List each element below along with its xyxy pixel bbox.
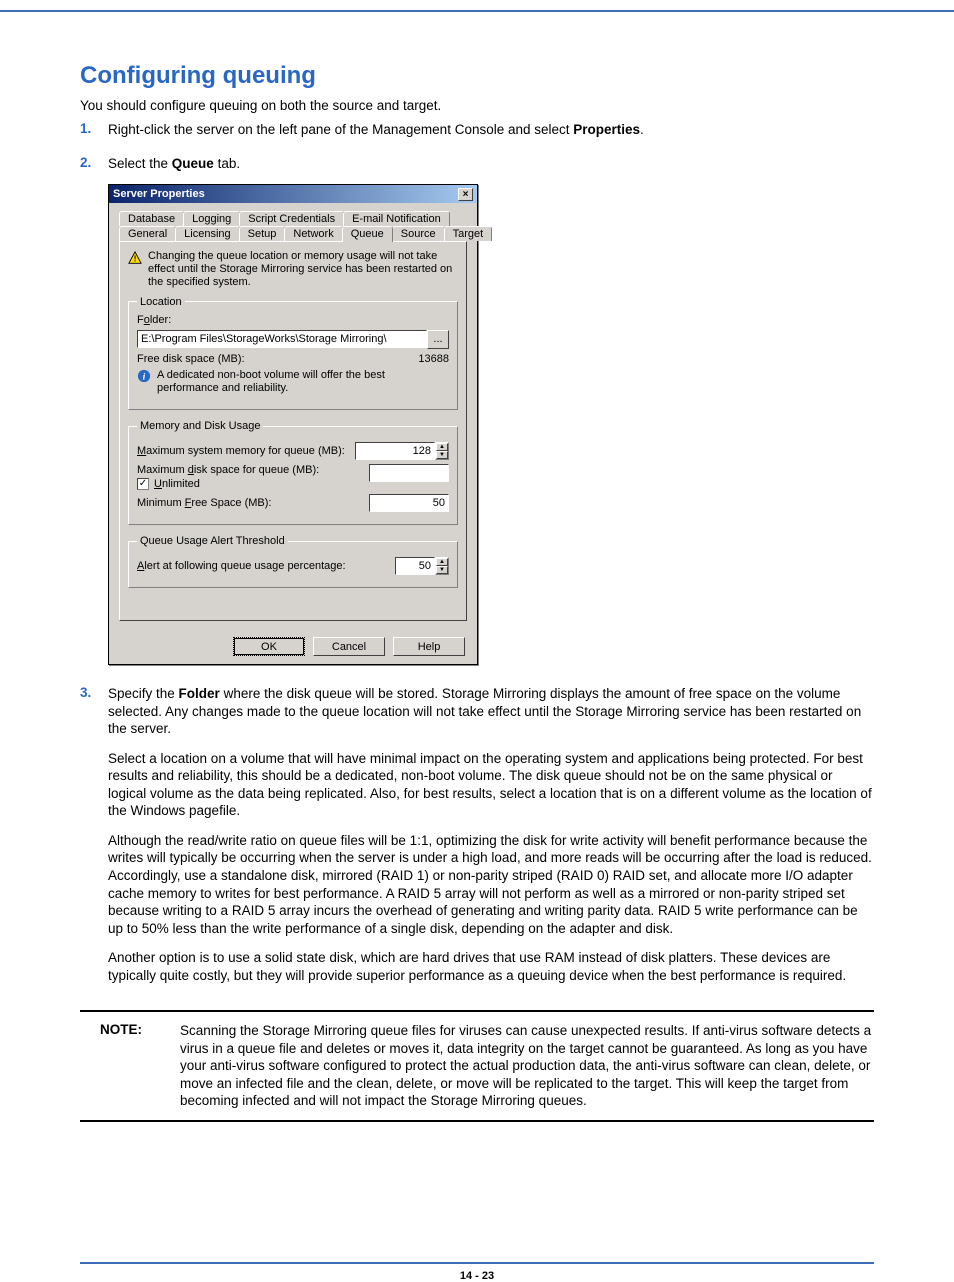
- page-heading: Configuring queuing: [80, 62, 874, 90]
- threshold-group: Queue Usage Alert Threshold Alert at fol…: [128, 535, 458, 588]
- tab-licensing[interactable]: Licensing: [175, 226, 239, 241]
- folder-label: Folder:: [137, 314, 449, 326]
- page-footer: 14 - 23: [80, 1262, 874, 1282]
- step-3-p3: Although the read/write ratio on queue f…: [108, 832, 874, 937]
- tab-general[interactable]: General: [119, 226, 176, 241]
- step-number: 3.: [80, 685, 108, 996]
- free-disk-space-value: 13688: [369, 353, 449, 365]
- step-2-text: Select the Queue tab.: [108, 155, 874, 173]
- tab-network[interactable]: Network: [284, 226, 342, 241]
- svg-text:!: !: [134, 255, 137, 264]
- browse-button[interactable]: ...: [427, 330, 449, 349]
- alert-spinner[interactable]: ▲▼: [435, 557, 449, 575]
- help-button[interactable]: Help: [393, 637, 465, 656]
- info-icon: i: [137, 369, 151, 383]
- close-icon[interactable]: ×: [458, 188, 473, 201]
- tab-database[interactable]: Database: [119, 211, 184, 226]
- tab-logging[interactable]: Logging: [183, 211, 240, 226]
- max-disk-label: Maximum disk space for queue (MB):: [137, 464, 319, 476]
- unlimited-label: Unlimited: [154, 478, 200, 490]
- max-memory-spinner[interactable]: ▲▼: [435, 442, 449, 460]
- tab-script-credentials[interactable]: Script Credentials: [239, 211, 344, 226]
- dialog-title: Server Properties: [113, 188, 205, 200]
- threshold-legend: Queue Usage Alert Threshold: [137, 535, 288, 547]
- folder-input[interactable]: [137, 330, 427, 348]
- tab-email-notification[interactable]: E-mail Notification: [343, 211, 450, 226]
- note-label: NOTE:: [80, 1022, 160, 1110]
- cancel-button[interactable]: Cancel: [313, 637, 385, 656]
- step-number: 2.: [80, 155, 108, 682]
- note-box: NOTE: Scanning the Storage Mirroring que…: [80, 1010, 874, 1122]
- intro-text: You should configure queuing on both the…: [80, 98, 874, 113]
- tab-target[interactable]: Target: [444, 226, 493, 241]
- location-legend: Location: [137, 296, 185, 308]
- free-disk-space-label: Free disk space (MB):: [137, 353, 245, 365]
- alert-input[interactable]: [395, 557, 435, 575]
- server-properties-dialog: Server Properties × Database Logging Scr…: [108, 184, 478, 665]
- tab-setup[interactable]: Setup: [239, 226, 286, 241]
- location-group: Location Folder: ... Free disk space (MB…: [128, 296, 458, 410]
- memory-disk-legend: Memory and Disk Usage: [137, 420, 263, 432]
- max-memory-input[interactable]: [355, 442, 435, 460]
- step-3-p4: Another option is to use a solid state d…: [108, 949, 874, 984]
- step-number: 1.: [80, 121, 108, 151]
- note-text: Scanning the Storage Mirroring queue fil…: [180, 1022, 874, 1110]
- min-free-label: Minimum Free Space (MB):: [137, 497, 272, 509]
- warning-text: Changing the queue location or memory us…: [148, 250, 458, 290]
- min-free-input[interactable]: [369, 494, 449, 512]
- step-3-p2: Select a location on a volume that will …: [108, 750, 874, 820]
- max-disk-input[interactable]: [369, 464, 449, 482]
- info-text: A dedicated non-boot volume will offer t…: [157, 369, 449, 395]
- alert-label: Alert at following queue usage percentag…: [137, 560, 346, 572]
- tab-queue[interactable]: Queue: [342, 226, 393, 242]
- max-memory-label: Maximum system memory for queue (MB):: [137, 445, 345, 457]
- warning-icon: !: [128, 251, 142, 263]
- step-3-p1: Specify the Folder where the disk queue …: [108, 685, 874, 738]
- dialog-titlebar[interactable]: Server Properties ×: [109, 185, 477, 203]
- step-1-text: Right-click the server on the left pane …: [108, 121, 874, 139]
- ok-button[interactable]: OK: [233, 637, 305, 656]
- tab-source[interactable]: Source: [392, 226, 445, 241]
- svg-text:i: i: [143, 371, 146, 382]
- memory-disk-group: Memory and Disk Usage Maximum system mem…: [128, 420, 458, 525]
- unlimited-checkbox[interactable]: ✓: [137, 478, 149, 490]
